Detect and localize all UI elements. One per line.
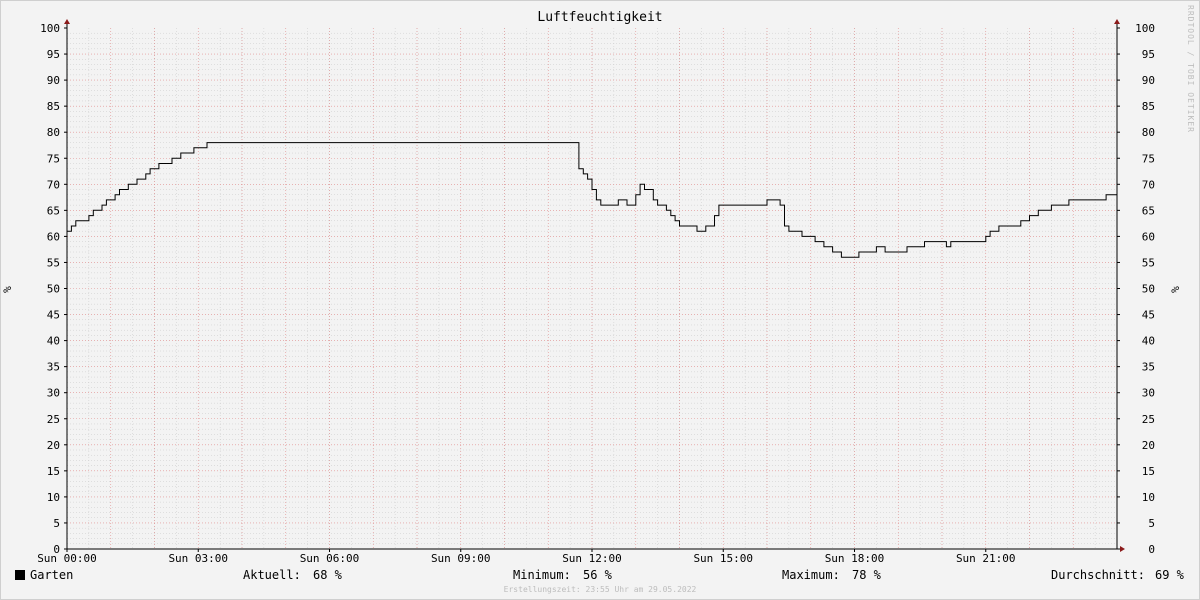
x-tick-label: Sun 09:00 <box>431 552 491 565</box>
y-tick-label-right: 55 <box>1142 256 1155 269</box>
y-tick-label-left: 50 <box>47 283 60 296</box>
y-tick-label-left: 5 <box>53 517 60 530</box>
creation-timestamp: Erstellungszeit: 23:55 Uhr am 29.05.2022 <box>503 585 697 594</box>
legend-avg-label: Durchschnitt: <box>1051 568 1145 582</box>
y-tick-label-left: 40 <box>47 335 60 348</box>
y-tick-label-right: 95 <box>1142 48 1155 61</box>
y-tick-label-left: 60 <box>47 230 60 243</box>
y-tick-label-right: 0 <box>1148 543 1155 556</box>
y-tick-label-left: 25 <box>47 413 60 426</box>
legend-current-value: 68 % <box>313 568 342 582</box>
x-tick-label: Sun 15:00 <box>693 552 753 565</box>
y-tick-label-left: 75 <box>47 152 60 165</box>
y-tick-label-right: 80 <box>1142 126 1155 139</box>
x-tick-label: Sun 21:00 <box>956 552 1016 565</box>
x-tick-label: Sun 12:00 <box>562 552 622 565</box>
y-tick-label-left: 100 <box>40 22 60 35</box>
x-tick-labels: Sun 00:00 Sun 03:00 Sun 06:00 Sun 09:00 Sun … <box>37 552 1015 565</box>
x-tick-label: Sun 00:00 <box>37 552 97 565</box>
y-tick-label-right: 10 <box>1142 491 1155 504</box>
x-tick-label: Sun 18:00 <box>825 552 885 565</box>
legend-max-value: 78 % <box>852 568 881 582</box>
legend-series-name: Garten <box>30 568 74 582</box>
y-tick-label-right: 40 <box>1142 335 1155 348</box>
y-tick-label-right: 100 <box>1135 22 1155 35</box>
y-axis-arrow-left <box>64 19 70 24</box>
y-tick-label-left: 65 <box>47 204 60 217</box>
y-tick-label-right: 75 <box>1142 152 1155 165</box>
y-tick-label-left: 95 <box>47 48 60 61</box>
y-tick-label-left: 85 <box>47 100 60 113</box>
y-tick-label-left: 20 <box>47 439 60 452</box>
legend-swatch-garten <box>15 570 25 580</box>
y-tick-label-right: 5 <box>1148 517 1155 530</box>
y-tick-label-left: 35 <box>47 361 60 374</box>
y-tick-label-right: 85 <box>1142 100 1155 113</box>
y-tick-labels-right: 0 5 10 15 20 25 30 35 40 45 50 55 60 65 70 75 80 85 90 95 10… <box>1135 22 1155 556</box>
line-chart: 0 5 10 15 20 25 30 35 40 45 50 55 60 65 70 75 80 85 90 95 10… <box>37 19 1155 565</box>
y-tick-label-right: 60 <box>1142 230 1155 243</box>
y-tick-label-right: 20 <box>1142 439 1155 452</box>
y-tick-label-right: 15 <box>1142 465 1155 478</box>
legend-min-value: 56 % <box>583 568 612 582</box>
y-tick-label-right: 25 <box>1142 413 1155 426</box>
x-tick-label: Sun 03:00 <box>168 552 228 565</box>
y-tick-labels-left: 0510152025303540455055606570758085909510… <box>40 22 60 556</box>
legend-max-label: Maximum: <box>782 568 840 582</box>
y-tick-label-right: 90 <box>1142 74 1155 87</box>
y-tick-label-right: 35 <box>1142 361 1155 374</box>
legend-min-label: Minimum: <box>513 568 571 582</box>
legend-current-label: Aktuell: <box>243 568 301 582</box>
y-tick-label-left: 70 <box>47 178 60 191</box>
y-tick-label-right: 30 <box>1142 387 1155 400</box>
y-tick-label-left: 45 <box>47 309 60 322</box>
y-tick-label-right: 65 <box>1142 204 1155 217</box>
major-grid <box>67 28 1117 549</box>
y-tick-label-right: 70 <box>1142 178 1155 191</box>
y-tick-label-right: 50 <box>1142 283 1155 296</box>
y-axis-arrow-right <box>1114 19 1120 24</box>
x-tick-label: Sun 06:00 <box>300 552 360 565</box>
y-tick-label-left: 55 <box>47 256 60 269</box>
axes <box>64 19 1125 552</box>
legend-avg-value: 69 % <box>1155 568 1184 582</box>
y-tick-label-right: 45 <box>1142 309 1155 322</box>
y-tick-label-left: 30 <box>47 387 60 400</box>
y-tick-label-left: 90 <box>47 74 60 87</box>
y-tick-label-left: 10 <box>47 491 60 504</box>
y-tick-label-left: 80 <box>47 126 60 139</box>
y-tick-label-left: 15 <box>47 465 60 478</box>
x-axis-arrow <box>1120 546 1125 552</box>
